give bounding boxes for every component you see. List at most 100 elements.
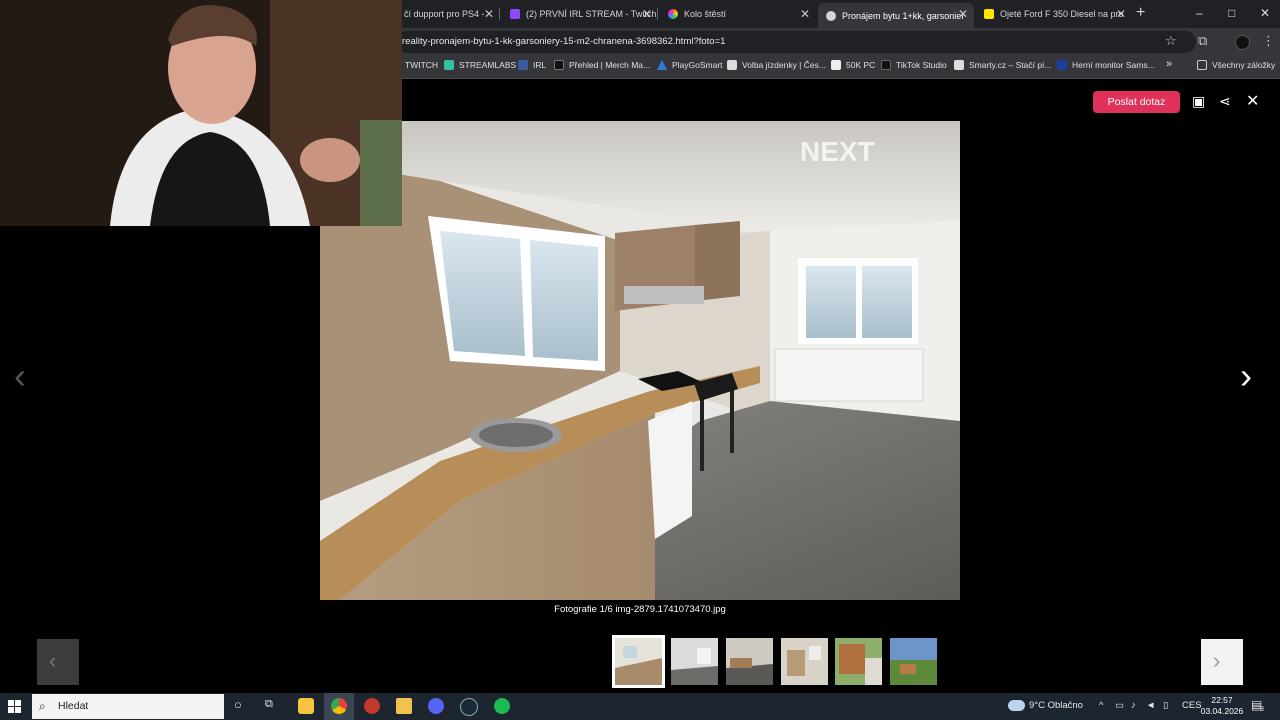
profile-avatar[interactable]	[1235, 35, 1250, 50]
close-tab-icon[interactable]: ✕	[642, 7, 652, 21]
bookmark-volba-jizdenky[interactable]: Volba jízdenky | Čes...	[727, 60, 826, 70]
tab-title: Ojeté Ford F 350 Diesel na pro	[1000, 9, 1124, 19]
url-field[interactable]: reality-pronajem-bytu-1-kk-garsoniery-15…	[396, 31, 1196, 53]
thumbnail-3[interactable]	[726, 638, 773, 685]
thumbnails-next-button[interactable]: ›	[1201, 639, 1243, 685]
recording-app-icon[interactable]	[364, 698, 380, 714]
webcam-feed	[0, 0, 402, 226]
bookmark-smarty[interactable]: Smarty.cz – Stačí pí...	[954, 60, 1052, 70]
thumbnail-5[interactable]	[835, 638, 882, 685]
bookmark-label: IRL	[533, 60, 547, 70]
chevron-right-icon: ›	[1213, 648, 1221, 673]
volume-icon[interactable]: ◄	[1146, 700, 1155, 711]
bookmark-merch[interactable]: Přehled | Merch Ma...	[554, 60, 650, 70]
bookmark-label: Herní monitor Sams...	[1072, 60, 1155, 70]
train-icon	[727, 60, 737, 70]
weather-label[interactable]: 9°C Oblačno	[1029, 700, 1083, 711]
thumbnail-image	[615, 638, 662, 685]
discord-icon[interactable]	[428, 698, 444, 714]
language-indicator[interactable]: CES	[1182, 700, 1202, 711]
bookmark-label: Smarty.cz – Stačí pí...	[969, 60, 1052, 70]
search-icon: ⌕	[39, 699, 46, 713]
bookmark-50k-pc[interactable]: 50K PC	[831, 60, 875, 70]
webcam-overlay	[0, 0, 402, 226]
close-gallery-icon[interactable]: ✕	[1246, 91, 1259, 111]
file-explorer-icon[interactable]	[396, 698, 412, 714]
close-tab-icon[interactable]: ✕	[1116, 7, 1126, 21]
bookmark-label: TikTok Studio	[896, 60, 947, 70]
samsung-icon	[1057, 60, 1067, 70]
device-icon[interactable]: ▭	[1115, 700, 1124, 711]
microphone-icon[interactable]: ♪	[1131, 700, 1136, 711]
playgosmart-icon	[657, 60, 667, 70]
bookmark-star-icon[interactable]: ☆	[1165, 33, 1177, 49]
next-photo-button[interactable]: ›	[1240, 355, 1252, 397]
clock[interactable]: 22:57 03.04.2026	[1200, 695, 1244, 717]
bookmark-twitch[interactable]: TWITCH	[405, 60, 438, 70]
store-icon[interactable]	[298, 698, 314, 714]
network-icon[interactable]: ▯	[1163, 700, 1168, 711]
url-text: reality-pronajem-bytu-1-kk-garsoniery-15…	[402, 36, 726, 47]
gallery-view-icon[interactable]: ▣	[1192, 93, 1205, 110]
tray-overflow-icon[interactable]: ^	[1099, 700, 1103, 711]
task-view-icon[interactable]: ⧉	[265, 698, 273, 711]
chrome-icon[interactable]	[331, 698, 347, 714]
site-icon	[984, 9, 994, 19]
tab-separator	[657, 8, 658, 20]
clock-time: 22:57	[1211, 695, 1233, 705]
close-tab-icon[interactable]: ✕	[484, 7, 494, 21]
bookmark-label: Volba jízdenky | Čes...	[742, 60, 826, 70]
notification-count: 9	[1260, 706, 1264, 713]
bookmark-streamlabs[interactable]: STREAMLABS	[444, 60, 516, 70]
bookmark-herni-monitor[interactable]: Herní monitor Sams...	[1057, 60, 1155, 70]
smarty-icon	[954, 60, 964, 70]
bookmarks-overflow-button[interactable]: »	[1166, 58, 1172, 70]
bookmark-label: PlayGoSmart	[672, 60, 723, 70]
streamlabs-icon	[444, 60, 454, 70]
share-icon[interactable]: ⋖	[1219, 93, 1231, 110]
thumbnail-image	[835, 638, 882, 685]
cortana-icon[interactable]: ○	[234, 697, 242, 712]
all-bookmarks-label: Všechny záložky	[1212, 60, 1276, 70]
tab-separator	[499, 8, 500, 20]
bookmark-irl[interactable]: IRL	[518, 60, 546, 70]
thumbnail-image	[890, 638, 937, 685]
maximize-button[interactable]: □	[1228, 6, 1235, 20]
spotify-icon[interactable]	[494, 698, 510, 714]
clock-date: 03.04.2026	[1200, 706, 1244, 716]
site-icon	[826, 10, 836, 21]
thumbnails-prev-button[interactable]: ‹	[37, 639, 79, 685]
search-placeholder: Hledat	[58, 700, 89, 712]
windows-taskbar: ⌕ Hledat ○ ⧉ 9°C Oblačno ^ ▭ ♪ ◄ ▯ CES 2…	[0, 693, 1280, 720]
bookmark-tiktok[interactable]: TikTok Studio	[881, 60, 947, 70]
tab-pronajem[interactable]: Pronájem bytu 1+kk, garsonier ✕	[818, 3, 974, 28]
tab-ps4-support[interactable]: čí dupport pro PS4 - ✕	[396, 3, 500, 25]
extensions-icon[interactable]: ⧉	[1198, 33, 1207, 49]
new-tab-button[interactable]: +	[1136, 4, 1145, 22]
minimize-button[interactable]: –	[1196, 6, 1203, 20]
bookmark-label: TWITCH	[405, 60, 439, 70]
close-tab-icon[interactable]: ✕	[800, 7, 810, 21]
thumbnail-6[interactable]	[890, 638, 937, 685]
thumbnail-4[interactable]	[781, 638, 828, 685]
windows-start-icon[interactable]	[8, 700, 21, 713]
tab-title: Pronájem bytu 1+kk, garsonier	[842, 10, 965, 21]
bookmark-label: 50K PC	[846, 60, 876, 70]
bookmark-playgosmart[interactable]: PlayGoSmart	[657, 60, 723, 70]
taskbar-search-input[interactable]: ⌕ Hledat	[32, 694, 224, 719]
close-window-button[interactable]: ✕	[1260, 6, 1270, 20]
all-bookmarks-button[interactable]: Všechny záložky	[1197, 60, 1275, 70]
tab-kolo-stesti[interactable]: Kolo štěstí ✕	[660, 3, 816, 25]
tab-title: Kolo štěstí	[684, 9, 727, 19]
prev-photo-button[interactable]: ‹	[14, 355, 26, 397]
thumbnail-2[interactable]	[671, 638, 718, 685]
menu-icon[interactable]: ⋮	[1262, 33, 1275, 49]
pc-icon	[831, 60, 841, 70]
tab-twitch[interactable]: (2) PRVNÍ IRL STREAM - Twitch ✕	[502, 3, 658, 25]
thumbnail-1[interactable]	[612, 635, 665, 688]
cloud-weather-icon[interactable]	[1008, 700, 1025, 711]
steam-icon[interactable]	[460, 698, 478, 716]
send-inquiry-button[interactable]: Poslat dotaz	[1093, 91, 1180, 113]
close-tab-icon[interactable]: ✕	[958, 7, 968, 21]
tab-ford[interactable]: Ojeté Ford F 350 Diesel na pro ✕	[976, 3, 1132, 25]
